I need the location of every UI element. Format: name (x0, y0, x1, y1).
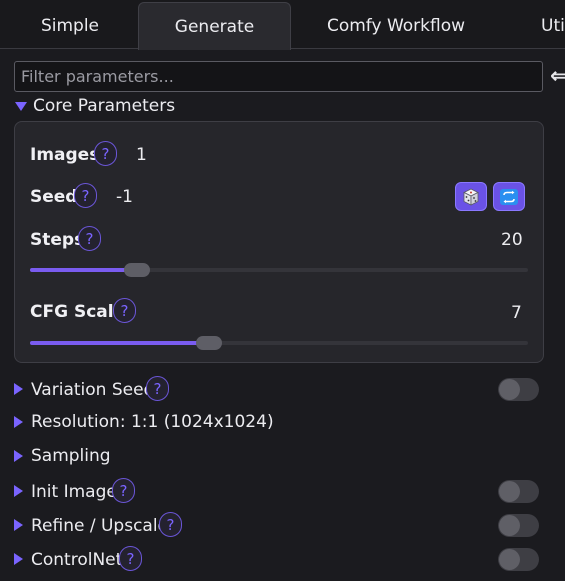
steps-label: Steps (30, 230, 85, 250)
chevron-right-icon[interactable] (14, 383, 23, 395)
chevron-right-icon[interactable] (14, 519, 23, 531)
images-help-icon[interactable]: ? (94, 141, 117, 166)
chevron-right-icon[interactable] (14, 485, 23, 497)
controlnet-toggle[interactable] (498, 548, 539, 571)
steps-slider[interactable] (30, 263, 528, 277)
steps-slider-fill (30, 268, 137, 272)
init-image-toggle[interactable] (498, 480, 539, 503)
core-parameters-header[interactable]: Core Parameters (33, 96, 175, 116)
collapse-left-icon[interactable]: ⇐ (550, 64, 565, 89)
toggle-knob (499, 549, 520, 570)
recycle-icon (500, 188, 518, 205)
tab-generate[interactable]: Generate (138, 2, 291, 50)
chevron-right-icon[interactable] (14, 416, 23, 428)
chevron-right-icon[interactable] (14, 553, 23, 565)
cfg-scale-value[interactable]: 7 (511, 303, 522, 323)
tab-simple[interactable]: Simple (0, 2, 140, 49)
refine-upscale-header[interactable]: Refine / Upscale (31, 516, 168, 536)
dice-icon (463, 188, 479, 206)
toggle-knob (499, 379, 520, 400)
refine-upscale-help-icon[interactable]: ? (159, 512, 182, 537)
variation-seed-help-icon[interactable]: ? (146, 376, 169, 401)
refine-upscale-toggle[interactable] (498, 514, 539, 537)
variation-seed-header[interactable]: Variation Seed (31, 380, 154, 400)
cfg-scale-label: CFG Scale (30, 302, 126, 322)
cfg-scale-slider-thumb[interactable] (196, 336, 222, 350)
cfg-scale-help-icon[interactable]: ? (113, 298, 136, 323)
images-value[interactable]: 1 (136, 145, 147, 165)
toggle-knob (499, 481, 520, 502)
steps-slider-thumb[interactable] (124, 263, 150, 277)
chevron-right-icon[interactable] (14, 450, 23, 462)
seed-help-icon[interactable]: ? (74, 183, 97, 208)
seed-value[interactable]: -1 (116, 187, 133, 207)
tab-bar: Simple Generate Comfy Workflow Uti (0, 0, 565, 50)
chevron-down-icon[interactable] (15, 102, 27, 111)
init-image-header[interactable]: Init Image (31, 482, 117, 502)
init-image-help-icon[interactable]: ? (112, 478, 135, 503)
steps-value[interactable]: 20 (501, 230, 523, 250)
core-parameters-panel: Images ? 1 Seed ? -1 Steps ? 20 CFG Scal… (14, 121, 544, 363)
tab-utilities[interactable]: Uti (534, 2, 565, 49)
images-label: Images (30, 145, 100, 165)
steps-help-icon[interactable]: ? (78, 226, 101, 251)
reuse-seed-button[interactable] (493, 182, 525, 211)
filter-parameters-input[interactable] (14, 61, 543, 92)
variation-seed-toggle[interactable] (498, 378, 539, 401)
controlnet-help-icon[interactable]: ? (119, 546, 142, 571)
sampling-header[interactable]: Sampling (31, 446, 111, 466)
tab-comfy-workflow[interactable]: Comfy Workflow (291, 2, 501, 49)
toggle-knob (499, 515, 520, 536)
generate-panel: Simple Generate Comfy Workflow Uti ⇐ Cor… (0, 0, 565, 581)
controlnet-header[interactable]: ControlNet (31, 550, 122, 570)
seed-label: Seed (30, 187, 78, 207)
random-seed-button[interactable] (455, 182, 487, 211)
cfg-scale-slider-fill (30, 341, 209, 345)
resolution-header[interactable]: Resolution: 1:1 (1024x1024) (31, 412, 274, 432)
cfg-scale-slider[interactable] (30, 336, 528, 350)
